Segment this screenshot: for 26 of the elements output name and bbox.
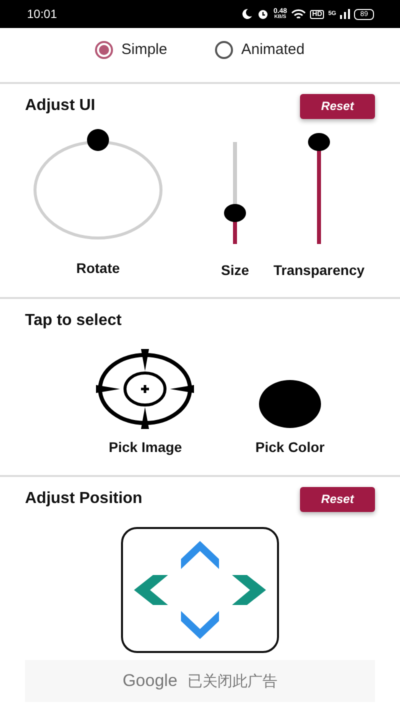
- section-title: Tap to select: [25, 312, 122, 330]
- mode-radio[interactable]: Animated: [215, 40, 305, 58]
- section-title: Adjust Position: [25, 490, 142, 508]
- left-arrow-icon[interactable]: [134, 575, 168, 605]
- up-arrow-icon[interactable]: [181, 541, 219, 569]
- section-title: Adjust UI: [25, 97, 96, 115]
- alarm-icon: [257, 8, 270, 20]
- control-label: Transparency: [273, 262, 365, 278]
- down-arrow-icon[interactable]: [181, 611, 219, 639]
- rotate-dial[interactable]: [32, 128, 164, 240]
- signal-icon: [340, 9, 350, 19]
- pick-label: Pick Color: [255, 439, 325, 455]
- reset-button[interactable]: Reset: [300, 486, 375, 512]
- ad-message: 已关闭此广告: [187, 672, 278, 690]
- ad-brand: Google: [122, 671, 178, 691]
- right-arrow-icon[interactable]: [232, 575, 266, 605]
- control-label: Rotate: [76, 260, 120, 276]
- reset-button[interactable]: Reset: [300, 94, 375, 118]
- crosshair-icon[interactable]: [95, 349, 196, 429]
- mode-radio[interactable]: Simple: [95, 40, 168, 58]
- color-swatch[interactable]: [258, 379, 322, 429]
- wifi-icon: [291, 8, 306, 20]
- status-time: 10:01: [27, 7, 58, 21]
- moon-icon: [241, 8, 254, 20]
- control-label: Size: [220, 262, 249, 278]
- pick-label: Pick Image: [108, 439, 182, 455]
